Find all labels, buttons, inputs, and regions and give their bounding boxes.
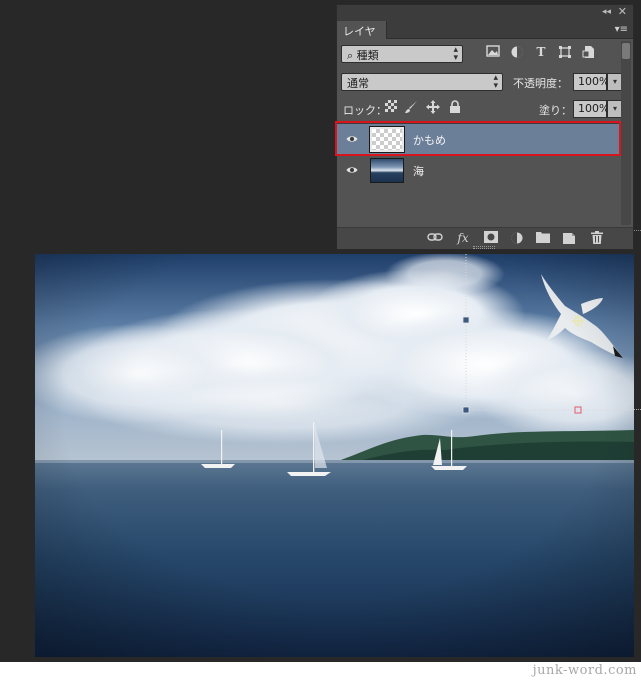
panel-resize-grip[interactable] [473, 246, 495, 249]
link-layers-icon[interactable] [427, 231, 443, 247]
layer-row-kamome[interactable]: かもめ [337, 123, 619, 154]
select-arrows-icon: ▴ ▾ [453, 45, 458, 63]
layer-row-umi[interactable]: 海 [337, 154, 619, 185]
panel-menu-icon[interactable]: ▾≡ [615, 24, 628, 35]
layer-filter-row: ⌕ 種類 ▴ ▾ T [337, 41, 619, 69]
lock-label: ロック： [343, 104, 387, 117]
layer-mask-icon[interactable] [483, 231, 499, 247]
blend-opacity-row: 通常 ▴ ▾ 不透明度： 100% ▾ [337, 69, 623, 97]
guide-line [634, 230, 641, 231]
watermark-text: junk-word.com [532, 663, 637, 678]
select-arrows-icon: ▴ ▾ [493, 73, 498, 91]
panel-title-bar: ◂◂ ✕ [337, 5, 633, 21]
blend-mode-select[interactable]: 通常 ▴ ▾ [341, 73, 503, 91]
adjustment-filter-icon[interactable] [509, 45, 525, 61]
close-panel-icon[interactable]: ✕ [618, 5, 627, 18]
fx-icon[interactable]: fx [455, 231, 471, 247]
lock-brush-icon[interactable] [403, 100, 419, 116]
guide-line [634, 409, 641, 410]
new-layer-icon[interactable] [561, 231, 577, 247]
lock-all-padlock-icon[interactable] [447, 100, 463, 116]
fill-label: 塗り： [539, 104, 572, 117]
layer-kind-filter-select[interactable]: ⌕ 種類 ▴ ▾ [341, 45, 463, 63]
type-filter-icon[interactable]: T [533, 45, 549, 61]
layer-list-scrollbar[interactable] [621, 41, 631, 225]
smart-object-filter-icon[interactable] [581, 45, 597, 61]
scrollbar-thumb[interactable] [622, 43, 630, 59]
collapse-panel-icon[interactable]: ◂◂ [602, 7, 611, 17]
layer-thumbnail-transparent [369, 126, 405, 153]
fill-input[interactable]: 100% [573, 100, 609, 118]
visibility-eye-icon[interactable] [346, 133, 358, 145]
blend-mode-value: 通常 [347, 77, 369, 90]
adjustment-layer-icon[interactable] [509, 231, 525, 247]
layer-name[interactable]: 海 [413, 163, 424, 179]
panel-tab-bar: レイヤー ▾≡ [337, 21, 633, 54]
lock-transparency-icon[interactable] [383, 100, 399, 116]
opacity-input[interactable]: 100% [573, 73, 609, 91]
shape-filter-icon[interactable] [557, 45, 573, 61]
layer-thumbnail-sea-photo [370, 158, 404, 183]
trash-icon[interactable] [589, 231, 605, 247]
kind-filter-label: 種類 [356, 49, 379, 62]
lock-position-move-icon[interactable] [425, 100, 441, 116]
search-icon: ⌕ [347, 49, 354, 62]
footer-strip: junk-word.com [0, 662, 641, 682]
layers-panel-footer: fx [337, 227, 633, 249]
sea-photo [35, 254, 634, 657]
visibility-eye-icon[interactable] [346, 164, 358, 176]
tab-layers[interactable]: レイヤー [337, 21, 387, 54]
image-filter-icon[interactable] [485, 45, 501, 61]
layers-panel: ◂◂ ✕ レイヤー ▾≡ ⌕ 種類 ▴▾ T [335, 4, 634, 250]
group-folder-icon[interactable] [535, 231, 551, 247]
document-canvas[interactable] [35, 254, 634, 657]
lock-fill-row: ロック： 塗り： 100% ▾ [337, 95, 623, 123]
layer-name[interactable]: かもめ [413, 132, 446, 148]
opacity-label: 不透明度： [513, 77, 568, 90]
